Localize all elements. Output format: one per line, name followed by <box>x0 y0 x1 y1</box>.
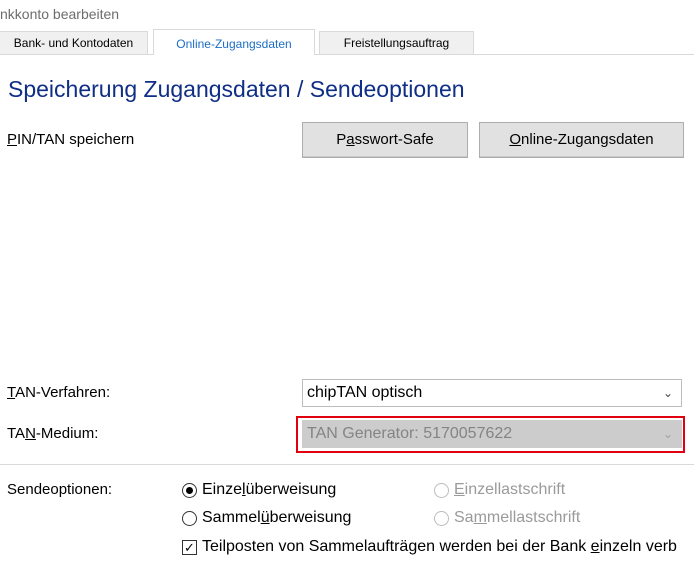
sammelueberweisung-label[interactable]: Sammelüberweisung <box>202 509 351 527</box>
title-bar: nkkonto bearbeiten <box>0 0 694 30</box>
page-title: Speicherung Zugangsdaten / Sendeoptionen <box>8 76 465 102</box>
tan-medium-label: TAN-Medium: <box>7 425 99 442</box>
tab-freistellungsauftrag[interactable]: Freistellungsauftrag <box>319 31 474 54</box>
pin-tan-speichern-label: PIN/TAN speichern <box>7 131 135 148</box>
chevron-down-icon: ⌄ <box>662 386 673 400</box>
tan-verfahren-label: TAN-Verfahren: <box>7 384 111 401</box>
sendeoptionen-label: Sendeoptionen: <box>7 481 113 498</box>
tan-verfahren-value: chipTAN optisch <box>307 384 423 401</box>
teilposten-label[interactable]: Teilposten von Sammelaufträgen werden be… <box>202 538 694 556</box>
sammellastschrift-radio[interactable] <box>434 511 449 526</box>
highlight-box <box>296 416 685 453</box>
passwort-safe-button[interactable]: Passwort-Safe <box>302 122 468 158</box>
tab-label: Online-Zugangsdaten <box>176 37 292 51</box>
einzellastschrift-label[interactable]: Einzellastschrift <box>454 481 565 499</box>
divider <box>0 464 694 465</box>
teilposten-checkbox[interactable]: ✓ <box>182 540 197 555</box>
tab-label: Bank- und Kontodaten <box>13 36 134 50</box>
check-icon: ✓ <box>184 540 195 555</box>
tan-verfahren-select[interactable]: chipTAN optisch ⌄ <box>302 379 682 407</box>
online-zugangsdaten-button[interactable]: Online-Zugangsdaten <box>479 122 684 158</box>
tab-label: Freistellungsauftrag <box>343 36 450 50</box>
einzelueberweisung-label[interactable]: Einzelüberweisung <box>202 481 336 499</box>
window-title: nkkonto bearbeiten <box>0 6 120 22</box>
einzellastschrift-radio[interactable] <box>434 483 449 498</box>
tab-online-zugangsdaten[interactable]: Online-Zugangsdaten <box>153 29 315 55</box>
einzelueberweisung-radio[interactable] <box>182 483 197 498</box>
sammellastschrift-label[interactable]: Sammellastschrift <box>454 509 580 527</box>
sammelueberweisung-radio[interactable] <box>182 511 197 526</box>
tab-bank-und-kontodaten[interactable]: Bank- und Kontodaten <box>0 31 148 54</box>
